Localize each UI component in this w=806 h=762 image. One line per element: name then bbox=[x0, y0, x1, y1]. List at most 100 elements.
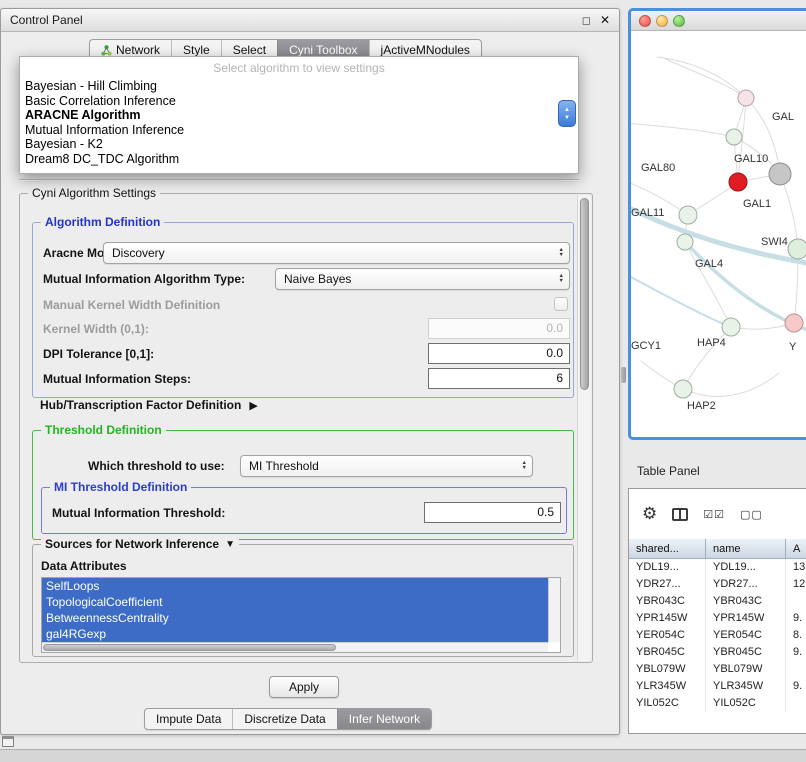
select-all-columns-icon[interactable]: ☑☑ bbox=[703, 508, 725, 521]
attribute-item-gal4rgexp[interactable]: gal4RGexp bbox=[42, 626, 548, 642]
network-view-window: GALGAL80GAL10GAL11GAL1SWI4GAL4GCY1HAP4YH… bbox=[628, 8, 806, 440]
column-layout-icon[interactable] bbox=[672, 508, 688, 521]
node-label-gal10: GAL10 bbox=[734, 153, 768, 165]
network-canvas[interactable]: GALGAL80GAL10GAL11GAL1SWI4GAL4GCY1HAP4YH… bbox=[631, 31, 806, 434]
tab-label: Impute Data bbox=[156, 712, 221, 726]
table-panel-window: ⚙ ☑☑ ▢▢ shared...nameA YDL19...YDL19...1… bbox=[628, 488, 806, 734]
column-header-name[interactable]: name bbox=[706, 539, 786, 559]
network-edge[interactable] bbox=[685, 242, 731, 327]
table-panel-title: Table Panel bbox=[637, 464, 700, 478]
network-node-green-bottom[interactable] bbox=[674, 380, 692, 398]
table-cell: YBR043C bbox=[629, 593, 706, 610]
deselect-all-columns-icon[interactable]: ▢▢ bbox=[740, 508, 763, 521]
table-row[interactable]: YPR145WYPR145W9. bbox=[629, 610, 806, 627]
manual-kernel-checkbox[interactable] bbox=[554, 297, 568, 311]
gear-icon[interactable]: ⚙ bbox=[642, 504, 657, 524]
network-edge[interactable] bbox=[661, 57, 746, 98]
table-cell: YBR043C bbox=[706, 593, 786, 610]
table-row[interactable]: YBL079WYBL079W bbox=[629, 661, 806, 678]
float-window-icon[interactable]: ◻ bbox=[582, 14, 591, 27]
attribute-item-selfloops[interactable]: SelfLoops bbox=[42, 578, 548, 594]
menu-item-bayesian-hill-climbing[interactable]: Bayesian - Hill Climbing bbox=[20, 79, 578, 94]
stepper-up-icon: ▲ bbox=[564, 107, 570, 113]
network-node-green-mid-2[interactable] bbox=[677, 234, 693, 250]
table-row[interactable]: YDR27...YDR27...12 bbox=[629, 576, 806, 593]
menu-item-mutual-information-inference[interactable]: Mutual Information Inference bbox=[20, 123, 578, 138]
kernel-width-field[interactable]: 0.0 bbox=[428, 318, 570, 339]
attribute-item-topologicalcoefficient[interactable]: TopologicalCoefficient bbox=[42, 594, 548, 610]
zoom-traffic-light-icon[interactable] bbox=[673, 15, 685, 27]
table-cell: YIL052C bbox=[629, 695, 706, 712]
minimize-traffic-light-icon[interactable] bbox=[656, 15, 668, 27]
table-cell bbox=[786, 593, 806, 610]
table-row[interactable]: YLR345WYLR345W9. bbox=[629, 678, 806, 695]
attribute-item-betweennesscentrality[interactable]: BetweennessCentrality bbox=[42, 610, 548, 626]
mi-threshold-field[interactable]: 0.5 bbox=[424, 502, 561, 523]
menu-item-aracne-algorithm[interactable]: ARACNE Algorithm bbox=[20, 108, 578, 123]
sources-group-title[interactable]: Sources for Network Inference ▼ bbox=[41, 537, 239, 551]
table-cell bbox=[786, 695, 806, 712]
popup-stepper-icon[interactable]: ▲▼ bbox=[558, 100, 576, 127]
menu-item-bayesian-k2[interactable]: Bayesian - K2 bbox=[20, 137, 578, 152]
network-node-green-mid-1[interactable] bbox=[679, 206, 697, 224]
network-edge[interactable] bbox=[631, 123, 734, 137]
dpi-tolerance-field[interactable]: 0.0 bbox=[428, 343, 570, 364]
which-threshold-select[interactable]: MI Threshold ▲▼ bbox=[240, 455, 533, 477]
settings-scrollbar[interactable] bbox=[577, 195, 591, 661]
algorithm-menu-items: Bayesian - Hill ClimbingBasic Correlatio… bbox=[20, 79, 578, 166]
close-icon[interactable]: ✕ bbox=[600, 13, 610, 27]
sources-group: Sources for Network Inference ▼ Data Att… bbox=[32, 544, 574, 657]
apply-button[interactable]: Apply bbox=[269, 676, 339, 698]
aracne-mode-select[interactable]: Discovery ▲▼ bbox=[103, 242, 570, 264]
column-header-shared[interactable]: shared... bbox=[629, 539, 706, 559]
table-row[interactable]: YER054CYER054C8. bbox=[629, 627, 806, 644]
split-divider-handle[interactable] bbox=[621, 367, 626, 383]
algorithm-definition-title: Algorithm Definition bbox=[41, 215, 164, 229]
minimized-panel-icon[interactable] bbox=[2, 736, 14, 747]
menu-item-basic-correlation-inference[interactable]: Basic Correlation Inference bbox=[20, 94, 578, 109]
settings-scrollbar-thumb[interactable] bbox=[580, 198, 589, 390]
network-node-gal10-red[interactable] bbox=[729, 173, 747, 191]
table-row[interactable]: YBR045CYBR045C9. bbox=[629, 644, 806, 661]
menu-item-dream8-dc-tdc-algorithm[interactable]: Dream8 DC_TDC Algorithm bbox=[20, 152, 578, 167]
network-edge[interactable] bbox=[657, 57, 746, 98]
hub-definition-toggle[interactable]: Hub/Transcription Factor Definition ▶ bbox=[40, 398, 258, 412]
column-header-a[interactable]: A bbox=[786, 539, 806, 559]
table-row[interactable]: YDL19...YDL19...13 bbox=[629, 559, 806, 576]
control-panel-titlebar[interactable]: Control Panel ◻ ✕ bbox=[1, 9, 619, 32]
network-window-titlebar[interactable] bbox=[631, 11, 806, 31]
tab-impute-data[interactable]: Impute Data bbox=[145, 709, 232, 729]
table-toolbar: ⚙ ☑☑ ▢▢ bbox=[629, 489, 806, 539]
table-cell: YER054C bbox=[629, 627, 706, 644]
mi-type-select[interactable]: Naive Bayes ▲▼ bbox=[275, 268, 570, 290]
data-attributes-list[interactable]: SelfLoopsTopologicalCoefficientBetweenne… bbox=[41, 577, 561, 653]
desktop: Control Panel ◻ ✕ NetworkStyleSelectCyni… bbox=[0, 0, 806, 762]
table-cell: 8. bbox=[786, 627, 806, 644]
table-cell: YBR045C bbox=[706, 644, 786, 661]
window-controls: ◻ ✕ bbox=[582, 13, 610, 27]
network-node-green-top[interactable] bbox=[726, 129, 742, 145]
table-row[interactable]: YIL052CYIL052C bbox=[629, 695, 806, 712]
close-traffic-light-icon[interactable] bbox=[639, 15, 651, 27]
table-row[interactable]: YBR043CYBR043C bbox=[629, 593, 806, 610]
network-edge[interactable] bbox=[683, 373, 779, 396]
attributes-vertical-scrollbar[interactable] bbox=[548, 578, 560, 642]
mi-threshold-definition-title: MI Threshold Definition bbox=[50, 480, 191, 494]
attributes-hscroll-thumb[interactable] bbox=[43, 644, 336, 651]
attributes-horizontal-scrollbar[interactable] bbox=[42, 642, 548, 652]
threshold-definition-title: Threshold Definition bbox=[41, 423, 166, 437]
tab-infer-network[interactable]: Infer Network bbox=[337, 709, 431, 729]
mi-threshold-label: Mutual Information Threshold: bbox=[52, 502, 225, 524]
manual-kernel-label: Manual Kernel Width Definition bbox=[43, 294, 220, 316]
tab-discretize-data[interactable]: Discretize Data bbox=[232, 709, 336, 729]
network-node-green-center[interactable] bbox=[722, 318, 740, 336]
table-body: YDL19...YDL19...13YDR27...YDR27...12YBR0… bbox=[629, 559, 806, 712]
network-node-pink-right[interactable] bbox=[785, 314, 803, 332]
mi-steps-field[interactable]: 6 bbox=[428, 368, 570, 389]
network-node-gray[interactable] bbox=[769, 163, 791, 185]
algorithm-dropdown-menu: Select algorithm to view settings Bayesi… bbox=[19, 56, 579, 174]
network-edge[interactable] bbox=[631, 274, 731, 327]
network-node-pink-top[interactable] bbox=[738, 90, 754, 106]
table-cell: 13 bbox=[786, 559, 806, 576]
network-node-green-right[interactable] bbox=[788, 239, 806, 259]
